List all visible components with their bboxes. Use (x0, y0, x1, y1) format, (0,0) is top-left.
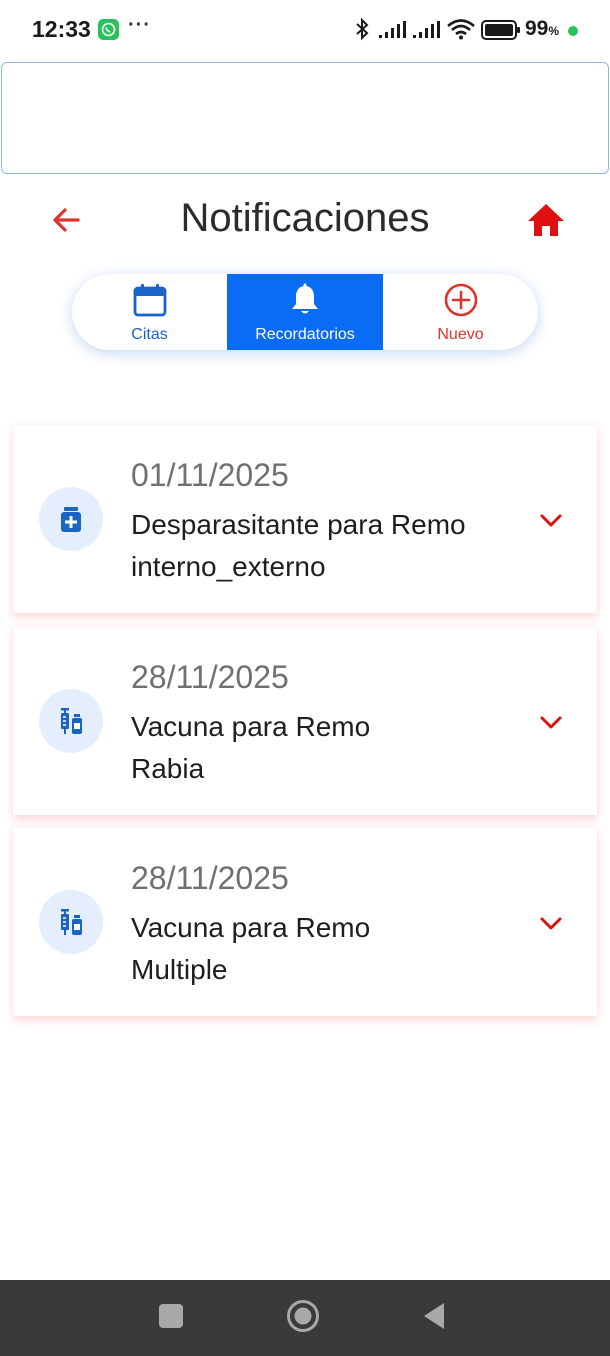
status-bar: 12:33 ··· 99% (0, 0, 610, 58)
banner-placeholder (1, 62, 609, 174)
section-tabs: Citas Recordatorios Nuevo (72, 274, 538, 350)
reminder-title: Vacuna para Remo (131, 711, 371, 742)
chevron-down-icon[interactable] (539, 715, 563, 731)
recents-button[interactable] (159, 1304, 183, 1328)
tab-recordatorios[interactable]: Recordatorios (227, 274, 383, 350)
calendar-icon (133, 284, 166, 317)
tab-nuevo[interactable]: Nuevo (383, 274, 538, 350)
reminder-type-badge (39, 689, 103, 753)
tab-label: Nuevo (437, 326, 484, 343)
wifi-icon (447, 19, 475, 40)
reminder-type-badge (39, 487, 103, 551)
bell-icon (292, 283, 318, 314)
bluetooth-icon (356, 17, 369, 41)
chevron-down-icon[interactable] (539, 513, 563, 529)
reminder-detail: Rabia (131, 753, 205, 784)
plus-circle-icon (444, 283, 477, 317)
medicine-bottle-icon (61, 507, 81, 532)
whatsapp-icon (98, 19, 119, 40)
status-time: 12:33 (32, 16, 91, 42)
reminder-type-badge (39, 890, 103, 954)
back-nav-button[interactable] (422, 1301, 446, 1331)
more-notifications-indicator: ··· (128, 14, 151, 36)
signal-icon (413, 21, 440, 38)
battery-icon (481, 20, 520, 40)
reminder-card[interactable]: 01/11/2025 Desparasitante para Remo inte… (13, 425, 597, 613)
signal-icon (379, 21, 406, 38)
home-nav-button[interactable] (286, 1299, 320, 1333)
privacy-dot (568, 26, 578, 36)
reminder-date: 28/11/2025 (131, 659, 289, 695)
home-icon (528, 204, 564, 236)
tab-citas[interactable]: Citas (72, 274, 227, 350)
syringe-vial-icon (61, 909, 82, 935)
tab-label: Citas (131, 326, 168, 343)
reminder-title: Desparasitante para Remo (131, 509, 466, 540)
syringe-vial-icon (61, 708, 82, 734)
reminder-date: 28/11/2025 (131, 860, 289, 896)
battery-level: 99% (525, 17, 560, 40)
system-navigation-bar (0, 1280, 610, 1356)
reminder-date: 01/11/2025 (131, 457, 289, 493)
page-title: Notificaciones (180, 196, 430, 240)
chevron-down-icon[interactable] (539, 916, 563, 932)
tab-label: Recordatorios (255, 326, 355, 343)
reminder-card[interactable]: 28/11/2025 Vacuna para Remo Rabia (13, 627, 597, 815)
reminder-detail: Multiple (131, 954, 228, 985)
reminder-title: Vacuna para Remo (131, 912, 371, 943)
home-button[interactable] (524, 200, 568, 240)
reminder-detail: interno_externo (131, 551, 326, 582)
reminder-card[interactable]: 28/11/2025 Vacuna para Remo Multiple (13, 828, 597, 1016)
